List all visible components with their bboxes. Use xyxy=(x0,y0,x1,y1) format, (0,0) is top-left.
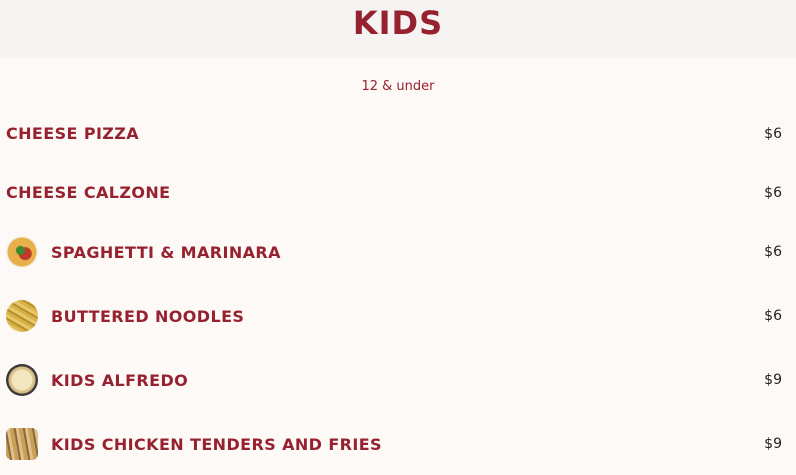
menu-item-kids-alfredo[interactable]: KIDS ALFREDO $9 xyxy=(6,364,782,396)
section-header: KIDS xyxy=(0,0,796,58)
menu-item-name: BUTTERED NOODLES xyxy=(51,306,245,326)
menu-item-price: $9 xyxy=(764,372,782,388)
menu-item-name: CHEESE CALZONE xyxy=(6,183,171,202)
menu-item-price: $9 xyxy=(764,436,782,452)
menu-item-price: $6 xyxy=(764,244,782,260)
menu-item-kids-chicken-tenders[interactable]: KIDS CHICKEN TENDERS AND FRIES $9 xyxy=(6,428,782,460)
menu-item-cheese-calzone[interactable]: CHEESE CALZONE $6 xyxy=(6,183,782,202)
menu-item-price: $6 xyxy=(764,125,782,142)
menu-item-name: KIDS CHICKEN TENDERS AND FRIES xyxy=(51,434,382,454)
menu-item-spaghetti-marinara[interactable]: SPAGHETTI & MARINARA $6 xyxy=(6,236,782,268)
menu-item-name: SPAGHETTI & MARINARA xyxy=(51,242,281,262)
section-title: KIDS xyxy=(352,4,444,42)
menu-item-name: CHEESE PIZZA xyxy=(6,124,140,143)
spaghetti-photo-icon[interactable] xyxy=(6,236,38,268)
menu-item-cheese-pizza[interactable]: CHEESE PIZZA $6 xyxy=(6,124,782,143)
tenders-photo-icon[interactable] xyxy=(6,428,38,460)
section-subtitle: 12 & under xyxy=(361,79,435,94)
menu-item-price: $6 xyxy=(764,308,782,324)
menu-item-name: KIDS ALFREDO xyxy=(51,370,189,390)
menu-item-price: $6 xyxy=(764,184,782,201)
menu-item-buttered-noodles[interactable]: BUTTERED NOODLES $6 xyxy=(6,300,782,332)
alfredo-photo-icon[interactable] xyxy=(6,364,38,396)
noodles-photo-icon[interactable] xyxy=(6,300,38,332)
